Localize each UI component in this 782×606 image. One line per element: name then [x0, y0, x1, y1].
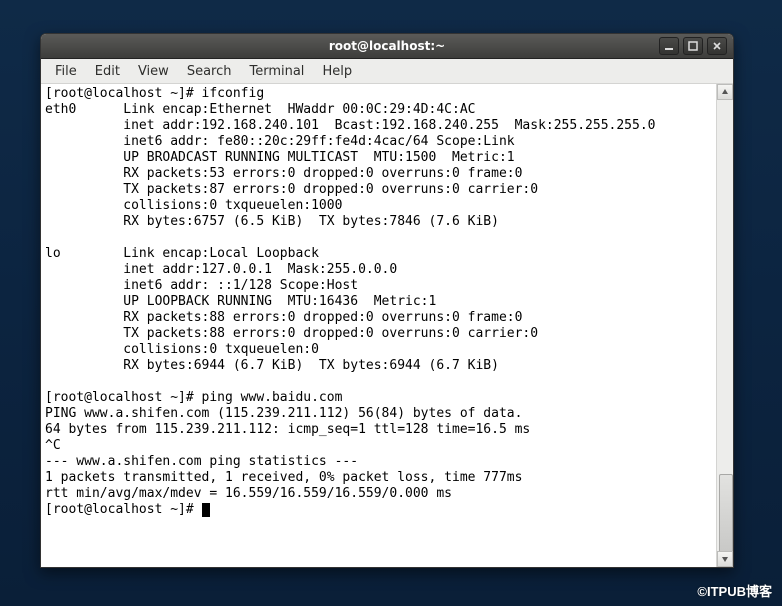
watermark: ©ITPUB博客 — [697, 581, 772, 600]
scroll-down-button[interactable] — [717, 551, 733, 567]
menu-file[interactable]: File — [47, 62, 85, 81]
menu-help[interactable]: Help — [314, 62, 360, 81]
window-controls — [659, 37, 733, 55]
menubar: File Edit View Search Terminal Help — [41, 59, 733, 84]
close-button[interactable] — [707, 37, 727, 55]
cursor — [202, 503, 210, 517]
titlebar[interactable]: root@localhost:~ — [41, 34, 733, 59]
scroll-up-button[interactable] — [717, 84, 733, 100]
terminal-window: root@localhost:~ File Edit View Search T… — [40, 33, 734, 568]
terminal-output[interactable]: [root@localhost ~]# ifconfig eth0 Link e… — [41, 84, 716, 567]
menu-edit[interactable]: Edit — [87, 62, 128, 81]
menu-view[interactable]: View — [130, 62, 177, 81]
window-title: root@localhost:~ — [41, 39, 733, 53]
menu-terminal[interactable]: Terminal — [241, 62, 312, 81]
menu-search[interactable]: Search — [179, 62, 240, 81]
minimize-button[interactable] — [659, 37, 679, 55]
terminal-area: [root@localhost ~]# ifconfig eth0 Link e… — [41, 84, 733, 567]
scrollbar[interactable] — [716, 84, 733, 567]
maximize-button[interactable] — [683, 37, 703, 55]
scroll-thumb[interactable] — [719, 474, 733, 554]
